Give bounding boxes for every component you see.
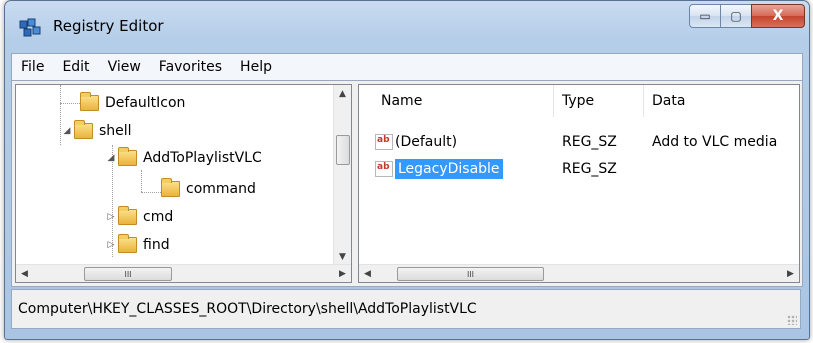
tree-item-command[interactable]: command — [161, 177, 256, 201]
window-title: Registry Editor — [53, 17, 164, 35]
folder-icon — [80, 92, 99, 111]
close-button[interactable]: X — [751, 4, 805, 28]
folder-icon — [161, 178, 180, 197]
column-header-data[interactable]: Data — [644, 85, 799, 117]
tree-horizontal-scrollbar[interactable]: ◀ III ▶ — [16, 264, 351, 282]
minimize-icon: ▭ — [699, 9, 711, 23]
maximize-icon: ▢ — [730, 9, 742, 23]
registry-editor-icon — [19, 18, 41, 37]
maximize-button[interactable]: ▢ — [720, 4, 752, 28]
tree-item-defaulticon[interactable]: DefaultIcon — [80, 91, 185, 115]
menu-help[interactable]: Help — [231, 59, 281, 75]
registry-editor-window: Registry Editor ▭ ▢ X File Edit View Fav… — [4, 0, 810, 340]
resize-grip-icon[interactable] — [787, 315, 797, 325]
content-area: DefaultIcon ◢ shell ◢ AddToPlaylistVLC c… — [11, 80, 803, 287]
caption-buttons: ▭ ▢ X — [689, 4, 805, 28]
list-item[interactable]: ab (Default) REG_SZ Add to VLC media — [359, 130, 799, 154]
tree-item-label: DefaultIcon — [105, 95, 186, 111]
tree-item-find[interactable]: ▷ find — [104, 233, 170, 257]
column-header-type[interactable]: Type — [554, 85, 644, 117]
expanded-arrow-icon[interactable]: ◢ — [104, 153, 118, 163]
list-item-selected[interactable]: ab LegacyDisable REG_SZ — [359, 157, 799, 181]
status-path: Computer\HKEY_CLASSES_ROOT\Directory\she… — [18, 301, 477, 317]
menu-bar: File Edit View Favorites Help — [11, 53, 803, 80]
value-data: Add to VLC media — [652, 134, 778, 150]
string-value-icon: ab — [375, 161, 393, 177]
grip-icon: III — [124, 269, 132, 279]
scroll-left-icon[interactable]: ◀ — [359, 265, 376, 282]
tree-item-label: shell — [99, 123, 132, 139]
folder-icon — [118, 147, 137, 166]
scroll-right-icon[interactable]: ▶ — [334, 265, 351, 282]
tree-item-label: find — [143, 237, 170, 253]
scroll-thumb[interactable]: III — [397, 267, 544, 281]
tree-item-shell[interactable]: ◢ shell — [60, 119, 132, 143]
value-name: (Default) — [395, 134, 458, 150]
key-tree-pane[interactable]: DefaultIcon ◢ shell ◢ AddToPlaylistVLC c… — [15, 84, 352, 283]
column-header-name[interactable]: Name — [359, 85, 554, 117]
scroll-up-icon[interactable]: ▲ — [334, 85, 351, 102]
folder-icon — [118, 206, 137, 225]
scroll-left-icon[interactable]: ◀ — [16, 265, 33, 282]
tree-item-cmd[interactable]: ▷ cmd — [104, 205, 173, 229]
folder-icon — [118, 234, 137, 253]
tree-item-label: cmd — [143, 209, 174, 225]
folder-icon — [74, 120, 93, 139]
tree-item-label: command — [186, 181, 256, 197]
value-type: REG_SZ — [562, 161, 617, 177]
scroll-thumb[interactable]: III — [84, 267, 172, 281]
string-value-icon: ab — [375, 134, 393, 150]
value-type: REG_SZ — [562, 134, 617, 150]
status-bar: Computer\HKEY_CLASSES_ROOT\Directory\she… — [11, 289, 801, 329]
tree-vertical-scrollbar[interactable]: ▲ ▼ — [333, 85, 351, 265]
tree-item-label: AddToPlaylistVLC — [143, 150, 262, 166]
scroll-right-icon[interactable]: ▶ — [782, 265, 799, 282]
list-header: Name Type Data — [359, 85, 799, 117]
scroll-thumb[interactable] — [336, 135, 350, 165]
list-horizontal-scrollbar[interactable]: ◀ III ▶ — [359, 264, 799, 282]
menu-view[interactable]: View — [99, 59, 150, 75]
menu-file[interactable]: File — [12, 59, 53, 75]
menu-edit[interactable]: Edit — [53, 59, 98, 75]
collapsed-arrow-icon[interactable]: ▷ — [104, 212, 118, 222]
title-bar[interactable]: Registry Editor ▭ ▢ X — [5, 1, 809, 49]
tree-item-addtoplaylistvlc[interactable]: ◢ AddToPlaylistVLC — [104, 146, 262, 170]
values-list-pane[interactable]: Name Type Data ab (Default) REG_SZ Add t… — [358, 84, 800, 283]
close-icon: X — [772, 8, 784, 24]
scroll-down-icon[interactable]: ▼ — [334, 248, 351, 265]
menu-favorites[interactable]: Favorites — [150, 59, 231, 75]
collapsed-arrow-icon[interactable]: ▷ — [104, 240, 118, 250]
value-name: LegacyDisable — [395, 159, 503, 179]
minimize-button[interactable]: ▭ — [689, 4, 721, 28]
expanded-arrow-icon[interactable]: ◢ — [60, 126, 74, 136]
grip-icon: III — [466, 269, 475, 279]
